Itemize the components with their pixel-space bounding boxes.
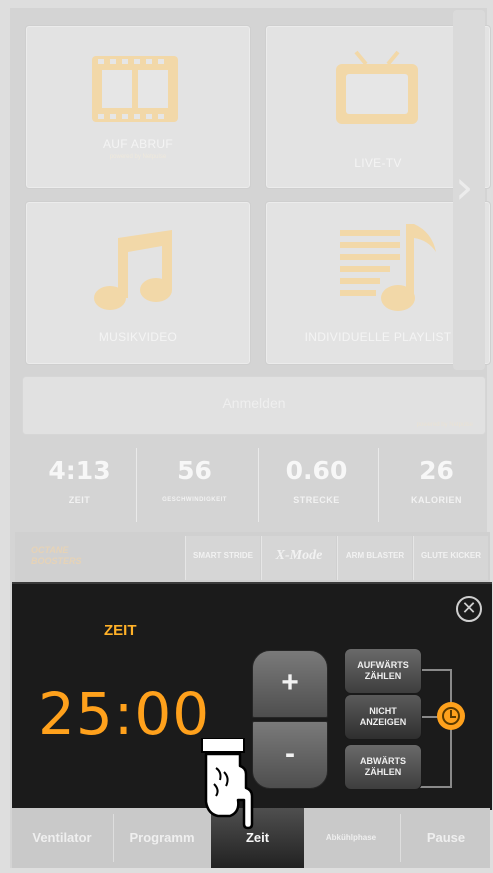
stat-zeit: 4:13 ZEIT [22,442,137,528]
close-icon[interactable]: ✕ [456,596,482,622]
divider [400,814,401,862]
login-button[interactable]: Anmelden powered by Netpulse [22,376,486,435]
mode-label-line2: ZÄHLEN [364,767,402,777]
mode-label-line2: ANZEIGEN [359,717,407,727]
mode-label-line1: ABWÄRTS [360,756,406,766]
tab-abkuehlphase[interactable]: Abkühlphase [305,808,397,868]
count-down-button[interactable]: ABWÄRTS ZÄHLEN [344,744,422,790]
booster-arm-blaster[interactable]: ARM BLASTER [337,536,412,580]
stat-strecke: 0.60 STRECKE [259,442,374,528]
connector-line [420,716,438,718]
stat-value: 0.60 [285,456,348,485]
boosters-title: OCTANE BOOSTERS [31,545,82,567]
booster-x-mode[interactable]: X-Mode [261,536,336,580]
decrease-time-button[interactable]: - [252,721,328,789]
workout-stats: 4:13 ZEIT 56 GESCHWINDIGKEIT 0.60 STRECK… [22,442,484,528]
stat-geschwindigkeit: 56 GESCHWINDIGKEIT [137,442,252,528]
panel-title: ZEIT [104,622,137,639]
stat-label: ZEIT [68,495,91,505]
stat-label: KALORIEN [411,495,462,505]
tv-icon [336,50,418,124]
booster-smart-stride[interactable]: SMART STRIDE [185,536,260,580]
powered-by-label: powered by Netpulse [416,422,473,428]
stat-label: STRECKE [293,495,340,505]
tile-musikvideo[interactable]: MUSIKVIDEO [25,201,251,365]
music-note-icon [94,230,172,310]
time-value: 25:00 [38,680,211,748]
film-icon [92,56,178,122]
stat-value: 4:13 [48,456,111,485]
tab-ventilator[interactable]: Ventilator [12,808,112,868]
octane-boosters-bar: OCTANE BOOSTERS SMART STRIDE X-Mode ARM … [15,532,490,582]
stat-value: 56 [177,456,212,485]
mode-label-line1: NICHT [369,706,397,716]
chevron-right-icon: › [455,160,474,214]
tile-label: MUSIKVIDEO [98,330,178,344]
login-label: Anmelden [222,395,286,411]
count-up-button[interactable]: AUFWÄRTS ZÄHLEN [344,648,422,694]
connector-line [420,669,452,671]
count-up-label: AUFWÄRTS ZÄHLEN [357,660,409,682]
clock-minute-hand [450,716,456,718]
powered-by-label: powered by Netpulse [109,154,167,160]
count-down-label: ABWÄRTS ZÄHLEN [360,756,406,778]
tile-label: AUF ABRUF [102,137,174,151]
boosters-title-line2: BOOSTERS [31,556,82,566]
connector-line [420,786,452,788]
tab-pause[interactable]: Pause [402,808,490,868]
clock-icon [437,702,465,730]
mode-label-line1: AUFWÄRTS [357,660,409,670]
stat-value: 26 [419,456,454,485]
tile-auf-abruf[interactable]: AUF ABRUF powered by Netpulse [25,25,251,189]
mode-label-line2: ZÄHLEN [364,671,402,681]
stat-kalorien: 26 KALORIEN [379,442,493,528]
increase-time-button[interactable]: + [252,650,328,718]
booster-glute-kicker[interactable]: GLUTE KICKER [413,536,488,580]
hide-time-label: NICHT ANZEIGEN [360,706,407,728]
hide-time-button[interactable]: NICHT ANZEIGEN [344,694,422,740]
pointing-hand-icon [201,738,254,830]
playlist-icon [340,224,436,311]
next-page-arrow[interactable]: › [453,10,485,370]
boosters-title-line1: OCTANE [31,545,69,555]
stat-label: GESCHWINDIGKEIT [162,497,227,503]
